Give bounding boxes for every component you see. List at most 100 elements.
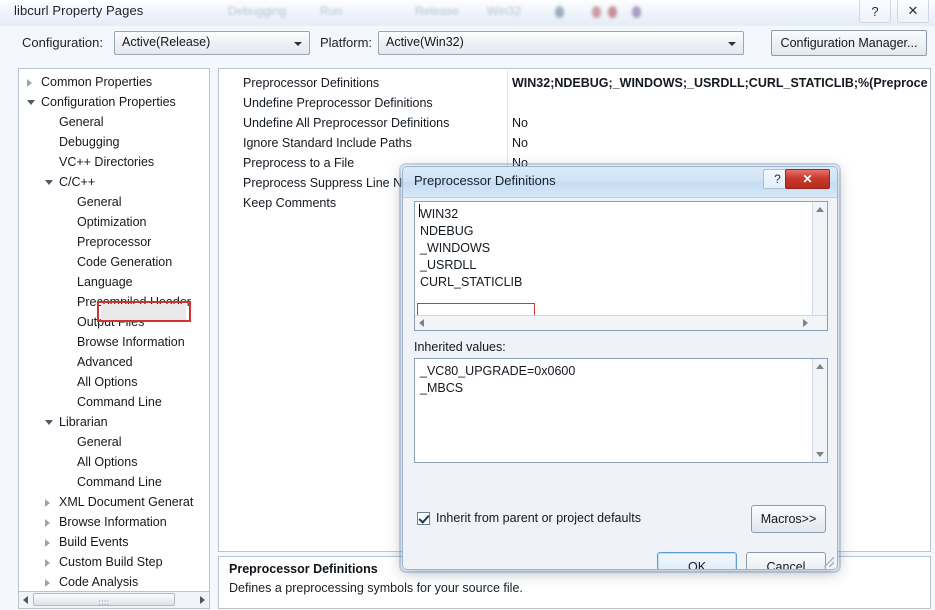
tree-list: Common Properties Configuration Propertie… xyxy=(19,69,209,591)
tree-item-label: General xyxy=(77,435,122,449)
configuration-manager-button[interactable]: Configuration Manager... xyxy=(771,30,927,56)
tree-item-label: Common Properties xyxy=(41,75,153,89)
window-close-button[interactable]: ✕ xyxy=(897,0,929,23)
tree-item-all-options[interactable]: All Options xyxy=(19,452,209,472)
titlebar-ghost-icon xyxy=(555,6,564,18)
tree-item-browse-information[interactable]: Browse Information xyxy=(19,512,209,532)
tree-item-xml-document-generat[interactable]: XML Document Generat xyxy=(19,492,209,512)
macro-line[interactable]: CURL_STATICLIB xyxy=(415,274,827,291)
tree-horizontal-scrollbar[interactable]: :::: xyxy=(18,592,210,609)
configuration-value: Active(Release) xyxy=(122,35,211,49)
platform-value: Active(Win32) xyxy=(386,35,464,49)
scroll-right-icon[interactable] xyxy=(200,596,205,604)
scrollbar-grip-icon: :::: xyxy=(98,598,110,607)
dialog-title: Preprocessor Definitions xyxy=(414,173,556,188)
tree-item-code-generation[interactable]: Code Generation xyxy=(19,252,209,272)
scrollbar-thumb[interactable]: :::: xyxy=(33,593,175,607)
titlebar-ghost-icon xyxy=(608,6,617,18)
configuration-dropdown[interactable]: Active(Release) xyxy=(114,31,310,55)
platform-label: Platform: xyxy=(320,35,373,50)
scroll-left-icon[interactable] xyxy=(419,319,424,327)
checkbox-checked-icon[interactable] xyxy=(417,511,430,525)
resize-grip-icon[interactable] xyxy=(824,557,834,567)
editor-horizontal-scrollbar[interactable] xyxy=(415,315,827,330)
macros-button[interactable]: Macros>> xyxy=(751,505,826,533)
tree-item-c-c[interactable]: C/C++ xyxy=(19,172,209,192)
scroll-up-icon[interactable] xyxy=(816,207,824,212)
tree-item-language[interactable]: Language xyxy=(19,272,209,292)
tree-item-optimization[interactable]: Optimization xyxy=(19,212,209,232)
chevron-down-icon[interactable] xyxy=(45,420,53,425)
tree-item-preprocessor[interactable]: Preprocessor xyxy=(19,232,209,252)
tree-selection-fill xyxy=(101,304,186,320)
macro-line[interactable]: WIN32 xyxy=(415,206,827,223)
grid-row-name: Keep Comments xyxy=(243,196,337,210)
chevron-right-icon[interactable] xyxy=(27,79,32,87)
tree-item-browse-information[interactable]: Browse Information xyxy=(19,332,209,352)
grid-row-value[interactable]: No xyxy=(512,113,528,133)
cancel-button[interactable]: Cancel xyxy=(746,552,826,569)
chevron-right-icon[interactable] xyxy=(45,539,50,547)
tree-item-general[interactable]: General xyxy=(19,192,209,212)
tree-item-label: Build Events xyxy=(59,535,129,549)
chevron-down-icon xyxy=(728,42,736,46)
tree-item-vc-directories[interactable]: VC++ Directories xyxy=(19,152,209,172)
editor-vertical-scrollbar[interactable] xyxy=(812,202,827,330)
chevron-down-icon[interactable] xyxy=(45,180,53,185)
macro-line[interactable]: _USRDLL xyxy=(415,257,827,274)
macro-list-editor[interactable]: WIN32 NDEBUG _WINDOWS _USRDLL CURL_STATICLIB xyxy=(414,201,828,331)
grid-row[interactable]: Ignore Standard Include Paths No xyxy=(219,133,930,153)
grid-row[interactable]: Preprocessor Definitions WIN32;NDEBUG;_WI… xyxy=(219,73,930,93)
chevron-right-icon[interactable] xyxy=(45,499,50,507)
scroll-right-icon[interactable] xyxy=(803,319,808,327)
chevron-right-icon[interactable] xyxy=(45,579,50,587)
tree-item-code-analysis[interactable]: Code Analysis xyxy=(19,572,209,591)
chevron-right-icon[interactable] xyxy=(45,559,50,567)
tree-item-common-properties[interactable]: Common Properties xyxy=(19,72,209,92)
grid-row-name: Undefine All Preprocessor Definitions xyxy=(243,116,450,130)
inherited-value-line: _VC80_UPGRADE=0x0600 xyxy=(420,364,576,378)
tree-item-command-line[interactable]: Command Line xyxy=(19,392,209,412)
inherited-vertical-scrollbar[interactable] xyxy=(812,359,827,462)
tree-item-all-options[interactable]: All Options xyxy=(19,372,209,392)
inherit-defaults-checkbox[interactable]: Inherit from parent or project defaults xyxy=(417,511,641,525)
tree-item-label: Language xyxy=(77,275,133,289)
scroll-up-icon[interactable] xyxy=(816,364,824,369)
tree-item-configuration-properties[interactable]: Configuration Properties xyxy=(19,92,209,112)
inherited-values-list: _VC80_UPGRADE=0x0600 _MBCS xyxy=(414,358,828,463)
dialog-close-button[interactable]: ✕ xyxy=(785,169,830,189)
tree-item-label: Advanced xyxy=(77,355,133,369)
macro-line[interactable]: NDEBUG xyxy=(415,223,827,240)
tree-item-label: C/C++ xyxy=(59,175,96,189)
tree-item-general[interactable]: General xyxy=(19,432,209,452)
window-title: libcurl Property Pages xyxy=(14,3,144,18)
inherited-value-line: _MBCS xyxy=(420,381,464,395)
chevron-right-icon[interactable] xyxy=(45,519,50,527)
tree-item-custom-build-step[interactable]: Custom Build Step xyxy=(19,552,209,572)
grid-row-name: Preprocessor Definitions xyxy=(243,76,380,90)
preprocessor-definitions-dialog: Preprocessor Definitions ? ✕ WIN32 NDEBUG… xyxy=(402,166,838,570)
grid-row[interactable]: Undefine Preprocessor Definitions xyxy=(219,93,930,113)
scroll-down-icon[interactable] xyxy=(816,452,824,457)
description-body: Defines a preprocessing symbols for your… xyxy=(229,581,523,595)
tree-item-debugging[interactable]: Debugging xyxy=(19,132,209,152)
macro-lines: WIN32 NDEBUG _WINDOWS _USRDLL CURL_STATICLIB xyxy=(415,202,827,291)
titlebar-ghost-text: Win32 xyxy=(487,4,522,18)
tree-item-label: Optimization xyxy=(77,215,147,229)
window-titlebar: libcurl Property Pages Debugging Run Relea… xyxy=(0,0,935,26)
tree-item-command-line[interactable]: Command Line xyxy=(19,472,209,492)
tree-item-general[interactable]: General xyxy=(19,112,209,132)
chevron-down-icon[interactable] xyxy=(27,100,35,105)
grid-row-value[interactable]: WIN32;NDEBUG;_WINDOWS;_USRDLL;CURL_STATI… xyxy=(512,73,928,93)
window-help-button[interactable]: ? xyxy=(859,0,891,23)
scroll-left-icon[interactable] xyxy=(23,596,28,604)
platform-dropdown[interactable]: Active(Win32) xyxy=(378,31,744,55)
tree-item-build-events[interactable]: Build Events xyxy=(19,532,209,552)
ok-button[interactable]: OK xyxy=(657,552,737,569)
grid-row[interactable]: Undefine All Preprocessor Definitions No xyxy=(219,113,930,133)
macro-line[interactable]: _WINDOWS xyxy=(415,240,827,257)
tree-item-advanced[interactable]: Advanced xyxy=(19,352,209,372)
properties-tree[interactable]: Common Properties Configuration Propertie… xyxy=(18,68,210,592)
tree-item-librarian[interactable]: Librarian xyxy=(19,412,209,432)
grid-row-value[interactable]: No xyxy=(512,133,528,153)
